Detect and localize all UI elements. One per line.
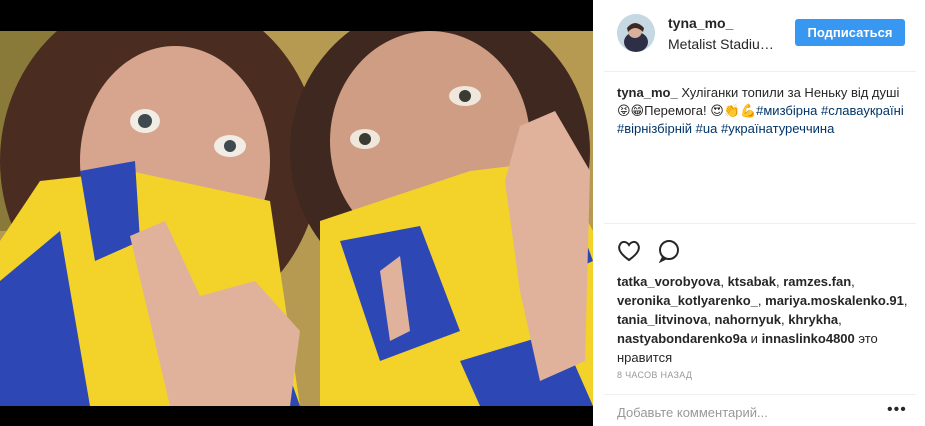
comment-box: ••• bbox=[604, 394, 916, 426]
liker-link[interactable]: khrykha bbox=[788, 312, 838, 327]
post-header: tyna_mo_ Metalist Stadiu… Подписаться bbox=[604, 0, 916, 72]
avatar[interactable] bbox=[617, 14, 655, 52]
hashtag-link[interactable]: #українатуреччина bbox=[721, 121, 834, 136]
more-options-icon[interactable]: ••• bbox=[887, 402, 907, 418]
liker-link[interactable]: tania_litvinova bbox=[617, 312, 707, 327]
avatar-image bbox=[617, 14, 655, 52]
liker-link[interactable]: nastyabondarenko9a bbox=[617, 331, 747, 346]
liker-link[interactable]: ramzes.fan bbox=[783, 274, 851, 289]
hashtag-link[interactable]: #мизбірна bbox=[756, 103, 817, 118]
post-photo[interactable] bbox=[0, 31, 593, 406]
hashtag-link[interactable]: #славаукраїні bbox=[821, 103, 904, 118]
post-caption: tyna_mo_ Хуліганки топили за Неньку від … bbox=[617, 84, 907, 138]
hashtag-link[interactable]: #вірнізбірній bbox=[617, 121, 692, 136]
heart-icon[interactable] bbox=[616, 238, 642, 264]
comment-input[interactable] bbox=[617, 405, 867, 420]
liker-link[interactable]: veronika_kotlyarenko_ bbox=[617, 293, 758, 308]
post-photo-image bbox=[0, 31, 593, 406]
post-sidebar: tyna_mo_ Metalist Stadiu… Подписаться ty… bbox=[604, 0, 916, 426]
liker-link[interactable]: innaslinko4800 bbox=[762, 331, 855, 346]
follow-button[interactable]: Подписаться bbox=[795, 19, 905, 46]
post-username[interactable]: tyna_mo_ bbox=[668, 15, 733, 31]
liker-link[interactable]: mariya.moskalenko.91 bbox=[765, 293, 904, 308]
likes-and: и bbox=[750, 331, 758, 346]
liker-link[interactable]: nahornyuk bbox=[715, 312, 781, 327]
comment-bubble-icon[interactable] bbox=[656, 238, 682, 264]
photo-pane bbox=[0, 0, 593, 426]
liker-link[interactable]: tatka_vorobyova bbox=[617, 274, 720, 289]
likes-summary: tatka_vorobyova, ktsabak, ramzes.fan, ve… bbox=[617, 274, 908, 365]
post-location[interactable]: Metalist Stadiu… bbox=[668, 36, 774, 52]
hashtag-link[interactable]: #ua bbox=[696, 121, 718, 136]
caption-username[interactable]: tyna_mo_ bbox=[617, 85, 678, 100]
liker-link[interactable]: ktsabak bbox=[728, 274, 776, 289]
post-timestamp[interactable]: 8 часов назад bbox=[617, 370, 692, 380]
